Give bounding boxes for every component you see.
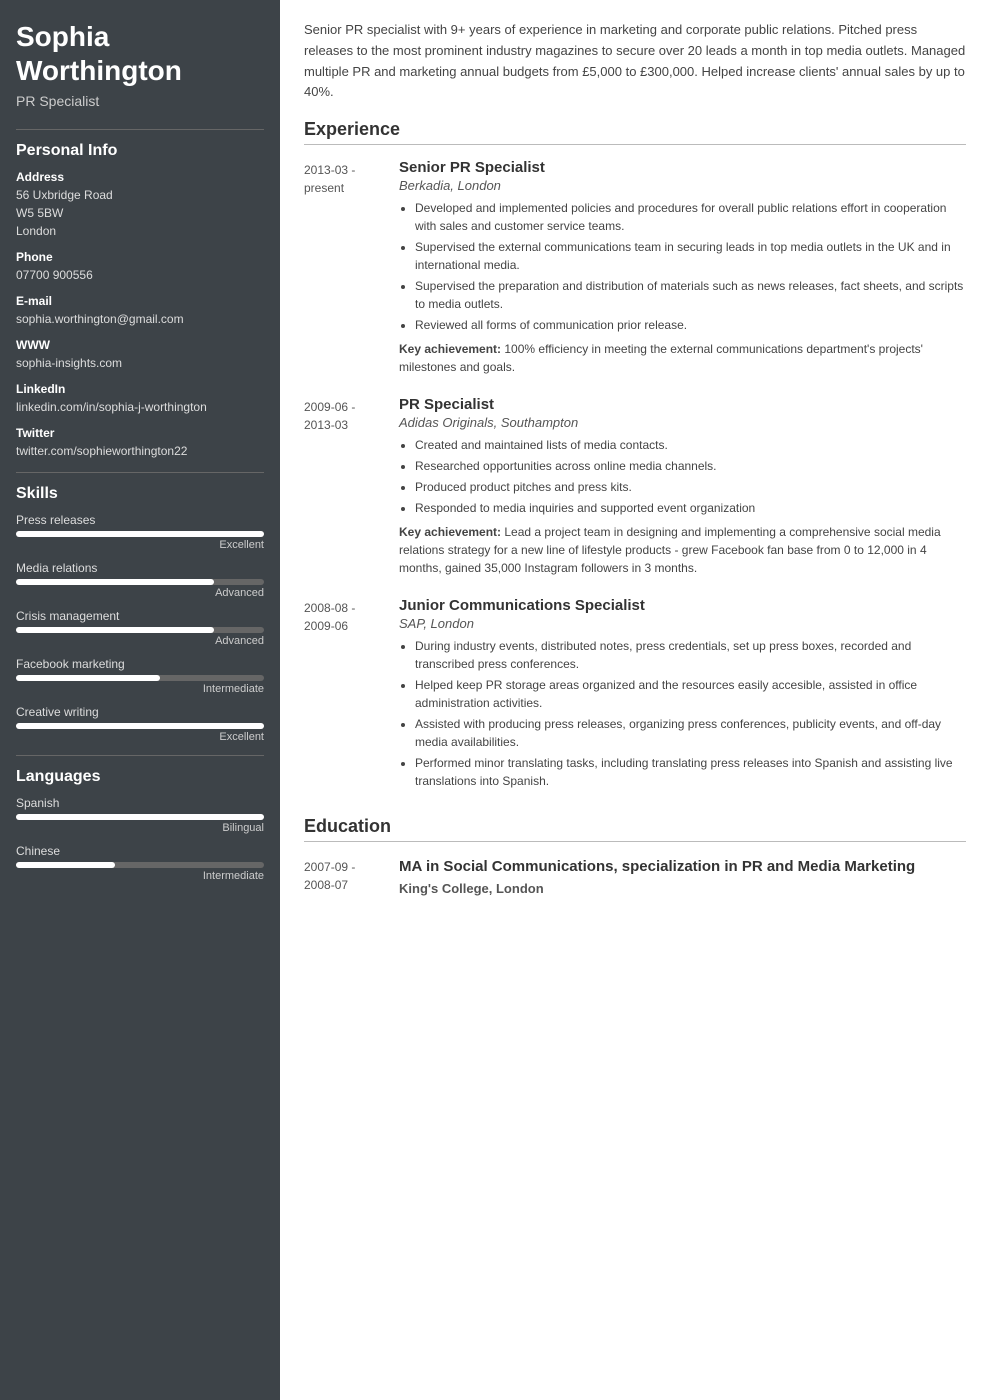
main-content: Senior PR specialist with 9+ years of ex… xyxy=(280,0,990,1400)
language-bar-fill xyxy=(16,862,115,868)
candidate-subtitle: PR Specialist xyxy=(16,93,264,109)
edu-content: MA in Social Communications, specializat… xyxy=(399,856,966,896)
sidebar: SophiaWorthington PR Specialist Personal… xyxy=(0,0,280,1400)
bullet-item: Reviewed all forms of communication prio… xyxy=(415,316,966,334)
exp-company: SAP, London xyxy=(399,616,966,631)
skill-name: Crisis management xyxy=(16,609,264,623)
skill-item: Press releases Excellent xyxy=(16,513,264,551)
exp-company: Adidas Originals, Southampton xyxy=(399,415,966,430)
twitter-value: twitter.com/sophieworthington22 xyxy=(16,442,264,460)
education-block: 2007-09 -2008-07 MA in Social Communicat… xyxy=(304,856,966,896)
skill-item: Facebook marketing Intermediate xyxy=(16,657,264,695)
skill-bar-background xyxy=(16,675,264,681)
phone-label: Phone xyxy=(16,250,264,264)
language-level: Bilingual xyxy=(16,822,264,834)
experience-container: 2013-03 -present Senior PR Specialist Be… xyxy=(304,159,966,796)
skill-bar-fill xyxy=(16,627,214,633)
languages-heading: Languages xyxy=(16,768,264,786)
skill-bar-background xyxy=(16,531,264,537)
skill-item: Creative writing Excellent xyxy=(16,705,264,743)
language-name: Spanish xyxy=(16,796,264,810)
language-level: Intermediate xyxy=(16,870,264,882)
experience-block: 2013-03 -present Senior PR Specialist Be… xyxy=(304,159,966,376)
candidate-name: SophiaWorthington xyxy=(16,20,264,87)
exp-bullets: During industry events, distributed note… xyxy=(399,637,966,790)
exp-title: Junior Communications Specialist xyxy=(399,597,966,614)
skill-item: Media relations Advanced xyxy=(16,561,264,599)
skill-bar-fill xyxy=(16,531,264,537)
skill-bar-background xyxy=(16,579,264,585)
exp-date: 2008-08 -2009-06 xyxy=(304,597,399,796)
skill-bar-background xyxy=(16,723,264,729)
email-label: E-mail xyxy=(16,294,264,308)
skills-heading: Skills xyxy=(16,485,264,503)
skill-name: Facebook marketing xyxy=(16,657,264,671)
language-bar-background xyxy=(16,862,264,868)
language-bar-background xyxy=(16,814,264,820)
exp-content: Senior PR Specialist Berkadia, London De… xyxy=(399,159,966,376)
skill-item: Crisis management Advanced xyxy=(16,609,264,647)
exp-company: Berkadia, London xyxy=(399,178,966,193)
twitter-label: Twitter xyxy=(16,426,264,440)
experience-block: 2008-08 -2009-06 Junior Communications S… xyxy=(304,597,966,796)
skill-level: Excellent xyxy=(16,539,264,551)
bullet-item: Supervised the external communications t… xyxy=(415,238,966,274)
skill-bar-fill xyxy=(16,675,160,681)
bullet-item: Performed minor translating tasks, inclu… xyxy=(415,754,966,790)
edu-degree: MA in Social Communications, specializat… xyxy=(399,856,966,877)
address-value: 56 Uxbridge RoadW5 5BWLondon xyxy=(16,186,264,240)
skill-name: Press releases xyxy=(16,513,264,527)
www-value: sophia-insights.com xyxy=(16,354,264,372)
edu-date: 2007-09 -2008-07 xyxy=(304,856,399,896)
bullet-item: Responded to media inquiries and support… xyxy=(415,499,966,517)
language-bar-fill xyxy=(16,814,264,820)
experience-block: 2009-06 -2013-03 PR Specialist Adidas Or… xyxy=(304,396,966,577)
exp-content: Junior Communications Specialist SAP, Lo… xyxy=(399,597,966,796)
language-name: Chinese xyxy=(16,844,264,858)
www-label: WWW xyxy=(16,338,264,352)
skill-bar-background xyxy=(16,627,264,633)
skill-bar-fill xyxy=(16,723,264,729)
skill-bar-fill xyxy=(16,579,214,585)
key-achievement: Key achievement: 100% efficiency in meet… xyxy=(399,340,966,376)
education-container: 2007-09 -2008-07 MA in Social Communicat… xyxy=(304,856,966,896)
language-item: Chinese Intermediate xyxy=(16,844,264,882)
exp-bullets: Created and maintained lists of media co… xyxy=(399,436,966,517)
linkedin-label: LinkedIn xyxy=(16,382,264,396)
bullet-item: Created and maintained lists of media co… xyxy=(415,436,966,454)
exp-title: PR Specialist xyxy=(399,396,966,413)
linkedin-value: linkedin.com/in/sophia-j-worthington xyxy=(16,398,264,416)
exp-date: 2013-03 -present xyxy=(304,159,399,376)
bullet-item: During industry events, distributed note… xyxy=(415,637,966,673)
bullet-item: Helped keep PR storage areas organized a… xyxy=(415,676,966,712)
experience-heading: Experience xyxy=(304,119,966,145)
skill-name: Creative writing xyxy=(16,705,264,719)
address-label: Address xyxy=(16,170,264,184)
email-value: sophia.worthington@gmail.com xyxy=(16,310,264,328)
exp-bullets: Developed and implemented policies and p… xyxy=(399,199,966,334)
bullet-item: Developed and implemented policies and p… xyxy=(415,199,966,235)
exp-content: PR Specialist Adidas Originals, Southamp… xyxy=(399,396,966,577)
exp-date: 2009-06 -2013-03 xyxy=(304,396,399,577)
languages-container: Spanish Bilingual Chinese Intermediate xyxy=(16,796,264,882)
summary-text: Senior PR specialist with 9+ years of ex… xyxy=(304,20,966,103)
edu-school: King's College, London xyxy=(399,881,966,896)
bullet-item: Researched opportunities across online m… xyxy=(415,457,966,475)
exp-title: Senior PR Specialist xyxy=(399,159,966,176)
bullet-item: Produced product pitches and press kits. xyxy=(415,478,966,496)
personal-info-heading: Personal Info xyxy=(16,142,264,160)
skill-name: Media relations xyxy=(16,561,264,575)
education-heading: Education xyxy=(304,816,966,842)
skill-level: Advanced xyxy=(16,587,264,599)
skill-level: Advanced xyxy=(16,635,264,647)
language-item: Spanish Bilingual xyxy=(16,796,264,834)
skills-container: Press releases Excellent Media relations… xyxy=(16,513,264,743)
skill-level: Intermediate xyxy=(16,683,264,695)
skill-level: Excellent xyxy=(16,731,264,743)
bullet-item: Supervised the preparation and distribut… xyxy=(415,277,966,313)
bullet-item: Assisted with producing press releases, … xyxy=(415,715,966,751)
phone-value: 07700 900556 xyxy=(16,266,264,284)
key-achievement: Key achievement: Lead a project team in … xyxy=(399,523,966,577)
